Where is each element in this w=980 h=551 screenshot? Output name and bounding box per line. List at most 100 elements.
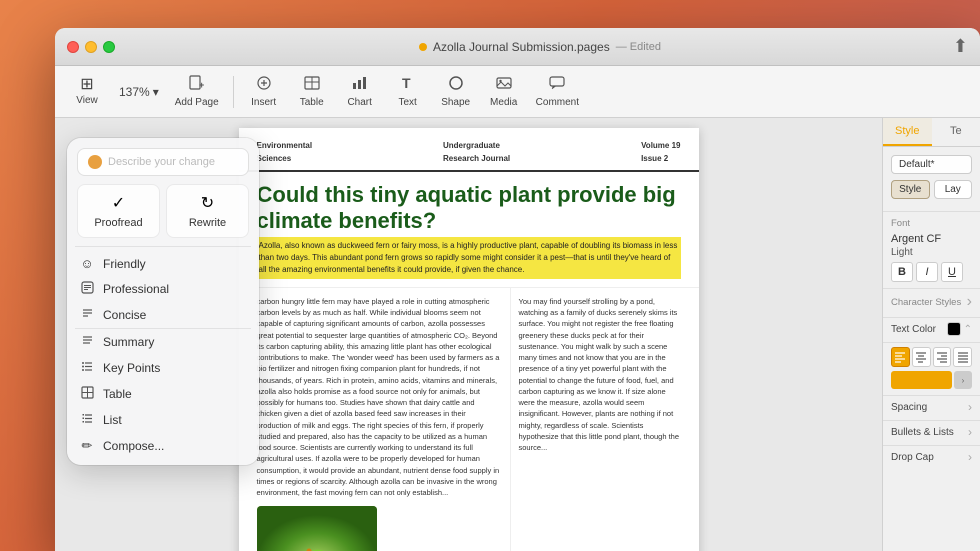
proofread-button[interactable]: ✓ Proofread <box>77 184 160 238</box>
toolbar-text[interactable]: T Text <box>386 70 430 114</box>
align-center-button[interactable] <box>912 347 931 367</box>
toolbar-chart[interactable]: Chart <box>338 70 382 114</box>
bold-button[interactable]: B <box>891 262 913 282</box>
doc-header-col2: Undergraduate Research Journal <box>443 140 510 164</box>
text-color-chevron: ⌃ <box>964 324 972 335</box>
ai-menu-concise[interactable]: Concise <box>67 302 259 328</box>
doc-header-col1: Environmental Sciences <box>257 140 313 164</box>
doc-columns: carbon hungry little fern may have playe… <box>239 288 699 551</box>
professional-icon <box>79 281 95 297</box>
concise-label: Concise <box>103 308 146 322</box>
doc-main-title[interactable]: Could this tiny aquatic plant provide bi… <box>257 182 681 233</box>
doc-highlighted-para[interactable]: Azolla, also known as duckweed fern or f… <box>257 237 681 279</box>
color-bar-expand[interactable]: › <box>954 371 972 389</box>
spacing-chevron: › <box>968 400 972 414</box>
rp-bullets-label: Bullets & Lists <box>891 427 954 438</box>
proofread-label: Proofread <box>94 217 142 229</box>
rewrite-button[interactable]: ↻ Rewrite <box>166 184 249 238</box>
rp-text-color-label: Text Color <box>891 324 936 335</box>
ai-input-icon <box>88 155 102 169</box>
rp-dropcap-section[interactable]: Drop Cap › <box>883 450 980 470</box>
shape-icon <box>447 75 465 95</box>
ai-menu-table[interactable]: Table <box>67 381 259 407</box>
ai-input-field[interactable]: Describe your change <box>77 148 249 176</box>
rp-default-section: Default* Style Lay <box>883 155 980 212</box>
document-area[interactable]: Environmental Sciences Undergraduate Res… <box>55 118 882 551</box>
align-justify-button[interactable] <box>953 347 972 367</box>
rp-spacing-header[interactable]: Spacing › <box>891 400 972 414</box>
table-icon <box>303 75 321 95</box>
toolbar: ⊞ View 137% ▾ + Add Page Insert Table <box>55 66 980 118</box>
ai-menu-friendly[interactable]: ☺ Friendly <box>67 251 259 276</box>
rp-style-btn[interactable]: Style <box>891 180 930 199</box>
rp-font-name[interactable]: Argent CF <box>891 233 972 245</box>
ai-menu-summary[interactable]: Summary <box>67 329 259 355</box>
doc-header-env: Environmental <box>257 140 313 151</box>
rp-text-color[interactable]: Text Color ⌃ <box>883 322 980 343</box>
toolbar-media[interactable]: Media <box>482 70 526 114</box>
ai-menu-keypoints[interactable]: Key Points <box>67 355 259 381</box>
rp-char-styles[interactable]: Character Styles › <box>883 293 980 318</box>
share-icon[interactable]: ⬆ <box>953 36 968 57</box>
list-label: List <box>103 413 122 427</box>
pages-icon <box>419 43 427 51</box>
rewrite-label: Rewrite <box>189 217 226 229</box>
bullets-chevron: › <box>968 425 972 439</box>
friendly-icon: ☺ <box>79 256 95 271</box>
rp-style-buttons: Style Lay <box>891 180 972 199</box>
shape-label: Shape <box>441 97 470 108</box>
minimize-button[interactable] <box>85 41 97 53</box>
right-panel: Style Te Default* Style Lay Font Argent … <box>882 118 980 551</box>
color-swatch-black[interactable] <box>947 322 961 336</box>
toolbar-addpage[interactable]: + Add Page <box>169 70 225 114</box>
friendly-label: Friendly <box>103 257 146 271</box>
underline-button[interactable]: U <box>941 262 963 282</box>
rp-layout-btn[interactable]: Lay <box>934 180 973 199</box>
tab-style[interactable]: Style <box>883 118 932 146</box>
toolbar-zoom[interactable]: 137% ▾ <box>113 81 165 103</box>
rp-align-btns <box>891 347 972 367</box>
toolbar-shape[interactable]: Shape <box>434 70 478 114</box>
rp-spacing-section[interactable]: Spacing › <box>883 400 980 421</box>
rp-font-weight[interactable]: Light <box>891 247 972 258</box>
doc-header-col3: Volume 19 Issue 2 <box>641 140 680 164</box>
align-left-button[interactable] <box>891 347 910 367</box>
doc-header-issue: Issue 2 <box>641 153 680 164</box>
rp-spacing-label: Spacing <box>891 402 927 413</box>
media-label: Media <box>490 97 517 108</box>
right-col-text: You may find yourself strolling by a pon… <box>519 296 681 454</box>
rp-dropcap-header[interactable]: Drop Cap › <box>891 450 972 464</box>
doc-header: Environmental Sciences Undergraduate Res… <box>239 128 699 172</box>
toolbar-comment[interactable]: Comment <box>530 70 585 114</box>
toolbar-view[interactable]: ⊞ View <box>65 70 109 114</box>
pages-document: Environmental Sciences Undergraduate Res… <box>239 128 699 551</box>
toolbar-divider-1 <box>233 76 234 108</box>
rp-dropcap-label: Drop Cap <box>891 452 934 463</box>
insert-label: Insert <box>251 97 276 108</box>
toolbar-table[interactable]: Table <box>290 70 334 114</box>
title-bar: Azolla Journal Submission.pages — Edited… <box>55 28 980 66</box>
svg-text:+: + <box>199 80 204 90</box>
align-right-button[interactable] <box>933 347 952 367</box>
rp-bullets-header[interactable]: Bullets & Lists › <box>891 425 972 439</box>
text-label: Text <box>399 97 417 108</box>
rp-default-style[interactable]: Default* <box>891 155 972 174</box>
toolbar-insert[interactable]: Insert <box>242 70 286 114</box>
rp-font-style-btns: B I U <box>891 262 972 282</box>
ai-menu-professional[interactable]: Professional <box>67 276 259 302</box>
tab-text[interactable]: Te <box>932 118 980 146</box>
italic-button[interactable]: I <box>916 262 938 282</box>
color-expand-icon: › <box>962 376 965 385</box>
compose-label: Compose... <box>103 439 164 453</box>
ai-menu-list[interactable]: List <box>67 407 259 433</box>
proofread-icon: ✓ <box>112 193 125 213</box>
professional-label: Professional <box>103 282 169 296</box>
close-button[interactable] <box>67 41 79 53</box>
maximize-button[interactable] <box>103 41 115 53</box>
traffic-lights <box>67 41 115 53</box>
ai-menu-compose[interactable]: ✏ Compose... <box>67 433 259 459</box>
rp-bullets-section[interactable]: Bullets & Lists › <box>883 425 980 446</box>
rp-tc-swatch: ⌃ <box>947 322 972 336</box>
right-panel-content: Default* Style Lay Font Argent CF Light … <box>883 147 980 551</box>
color-bar-orange[interactable] <box>891 371 952 389</box>
